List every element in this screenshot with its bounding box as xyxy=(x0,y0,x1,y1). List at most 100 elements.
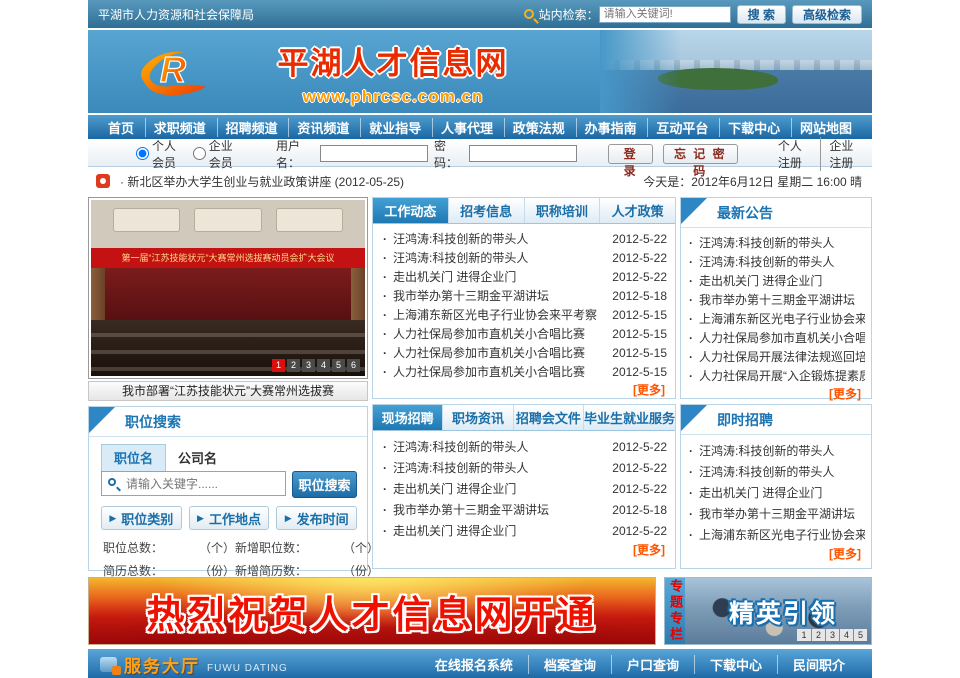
job-title[interactable]: 汪鸿涛:科技创新的带头人 xyxy=(687,442,865,459)
register-company-link[interactable]: 企业注册 xyxy=(820,137,872,171)
announcement-title[interactable]: 人力社保局开展“入企锻炼提素质” xyxy=(687,367,865,384)
news-ticker: · 新北区举办大学生创业与就业政策讲座 (2012-05-25) 今天是：201… xyxy=(88,169,872,193)
celebration-banner[interactable]: 热烈祝贺人才信息网开通 xyxy=(88,577,656,645)
page-number[interactable]: 6 xyxy=(347,359,360,372)
nav-item-hr-agency[interactable]: 人事代理 xyxy=(432,118,501,137)
triangle-right-icon: ▶ xyxy=(109,513,116,524)
login-button[interactable]: 登 录 xyxy=(608,144,652,164)
tab-talent-policy[interactable]: 人才政策 xyxy=(599,198,675,223)
announcement-title[interactable]: 汪鸿涛:科技创新的带头人 xyxy=(687,253,865,270)
photo-ceiling xyxy=(91,200,365,248)
ticker-news-link[interactable]: · 新北区举办大学生创业与就业政策讲座 (2012-05-25) xyxy=(120,173,404,190)
more-link[interactable]: [更多] xyxy=(373,541,675,558)
link-private-agency[interactable]: 民间职介 xyxy=(777,655,860,674)
radio-company-member[interactable] xyxy=(193,147,206,160)
tab-jobfair-files[interactable]: 招聘会文件 xyxy=(513,405,583,430)
forgot-password-button[interactable]: 忘 记 密 码 xyxy=(663,144,738,164)
special-column-banner[interactable]: 专题专栏 精英引领 1 2 3 4 5 xyxy=(664,577,872,645)
announcement-title[interactable]: 人力社保局开展法律法规巡回培训 xyxy=(687,348,865,365)
job-title[interactable]: 走出机关门 进得企业门 xyxy=(687,484,865,501)
tab-exam-info[interactable]: 招考信息 xyxy=(448,198,524,223)
job-title[interactable]: 我市举办第十三期金平湖讲坛 xyxy=(687,505,865,522)
special-column-title: 精英引领 xyxy=(729,594,837,630)
page-number[interactable]: 3 xyxy=(825,629,839,641)
filter-work-location[interactable]: ▶ 工作地点 xyxy=(189,506,270,530)
news-title[interactable]: 走出机关门 进得企业门 xyxy=(381,522,605,539)
photo-slideshow[interactable]: 第一届“江苏技能状元”大赛常州选拔赛动员会扩大会议 1 2 3 4 5 6 xyxy=(88,197,368,379)
nav-item-interactive[interactable]: 互动平台 xyxy=(647,118,716,137)
tab-company-name[interactable]: 公司名 xyxy=(166,444,229,471)
nav-item-service-guide[interactable]: 办事指南 xyxy=(576,118,645,137)
link-online-registration[interactable]: 在线报名系统 xyxy=(420,655,528,674)
member-type-company[interactable]: 企业会员 xyxy=(193,137,244,171)
advanced-search-button[interactable]: 高级检索 xyxy=(792,5,862,24)
password-input[interactable] xyxy=(469,145,577,162)
announcement-title[interactable]: 人力社保局参加市直机关小合唱比赛 xyxy=(687,329,865,346)
page-number[interactable]: 2 xyxy=(811,629,825,641)
page-number[interactable]: 5 xyxy=(332,359,345,372)
more-link[interactable]: [更多] xyxy=(373,381,675,398)
news-title[interactable]: 走出机关门 进得企业门 xyxy=(381,268,605,285)
tab-title-training[interactable]: 职称培训 xyxy=(524,198,600,223)
nav-item-jobseeker[interactable]: 求职频道 xyxy=(145,118,214,137)
instant-jobs-panel: 即时招聘 汪鸿涛:科技创新的带头人 汪鸿涛:科技创新的带头人 走出机关门 进得企… xyxy=(680,404,872,569)
radio-personal-member[interactable] xyxy=(136,147,149,160)
tab-job-name[interactable]: 职位名 xyxy=(101,444,166,471)
job-search-button[interactable]: 职位搜索 xyxy=(292,471,357,498)
page-number[interactable]: 2 xyxy=(287,359,300,372)
page-number[interactable]: 1 xyxy=(272,359,285,372)
nav-item-news[interactable]: 资讯频道 xyxy=(288,118,357,137)
page-number[interactable]: 5 xyxy=(853,629,867,641)
announcement-title[interactable]: 上海浦东新区光电子行业协会来平考 xyxy=(687,310,865,327)
news-title[interactable]: 人力社保局参加市直机关小合唱比赛 xyxy=(381,344,605,361)
tab-onsite-recruit[interactable]: 现场招聘 xyxy=(373,405,442,430)
tab-graduate-service[interactable]: 毕业生就业服务 xyxy=(583,405,675,430)
page-number[interactable]: 4 xyxy=(317,359,330,372)
news-title[interactable]: 我市举办第十三期金平湖讲坛 xyxy=(381,287,605,304)
link-archive-query[interactable]: 档案查询 xyxy=(528,655,611,674)
photo-caption[interactable]: 我市部署“江苏技能状元”大赛常州选拔赛 xyxy=(88,381,368,401)
news-title[interactable]: 人力社保局参加市直机关小合唱比赛 xyxy=(381,363,605,380)
search-button[interactable]: 搜 索 xyxy=(737,5,786,24)
site-search-label: 站内检索： xyxy=(539,6,599,23)
nav-item-employment-guide[interactable]: 就业指导 xyxy=(360,118,429,137)
nav-item-home[interactable]: 首页 xyxy=(100,118,142,137)
filter-label: 工作地点 xyxy=(209,509,261,528)
nav-item-recruit[interactable]: 招聘频道 xyxy=(217,118,286,137)
filter-job-category[interactable]: ▶ 职位类别 xyxy=(101,506,182,530)
nav-item-sitemap[interactable]: 网站地图 xyxy=(791,118,860,137)
more-link[interactable]: [更多] xyxy=(681,385,871,402)
news-title[interactable]: 人力社保局参加市直机关小合唱比赛 xyxy=(381,325,605,342)
link-hukou-query[interactable]: 户口查询 xyxy=(611,655,694,674)
tab-career-info[interactable]: 职场资讯 xyxy=(442,405,512,430)
news-title[interactable]: 汪鸿涛:科技创新的带头人 xyxy=(381,459,605,476)
nav-item-policy[interactable]: 政策法规 xyxy=(504,118,573,137)
register-personal-link[interactable]: 个人注册 xyxy=(770,137,821,171)
page-number[interactable]: 4 xyxy=(839,629,853,641)
nav-item-download[interactable]: 下载中心 xyxy=(719,118,788,137)
service-hall-subtitle: FUWU DATING xyxy=(207,663,288,674)
more-link[interactable]: [更多] xyxy=(681,545,871,562)
news-title[interactable]: 走出机关门 进得企业门 xyxy=(381,480,605,497)
job-title[interactable]: 汪鸿涛:科技创新的带头人 xyxy=(687,463,865,480)
news-title[interactable]: 上海浦东新区光电子行业协会来平考察 xyxy=(381,306,605,323)
main-content: 第一届“江苏技能状元”大赛常州选拔赛动员会扩大会议 1 2 3 4 5 6 xyxy=(88,197,872,571)
announcement-title[interactable]: 我市举办第十三期金平湖讲坛 xyxy=(687,291,865,308)
member-type-personal[interactable]: 个人会员 xyxy=(136,137,187,171)
tab-work-updates[interactable]: 工作动态 xyxy=(373,198,448,223)
news-title[interactable]: 汪鸿涛:科技创新的带头人 xyxy=(381,249,605,266)
filter-publish-time[interactable]: ▶ 发布时间 xyxy=(276,506,357,530)
site-search-input[interactable] xyxy=(599,6,731,23)
page-number[interactable]: 3 xyxy=(302,359,315,372)
username-input[interactable] xyxy=(320,145,428,162)
keyword-input[interactable] xyxy=(101,471,286,496)
announcement-title[interactable]: 汪鸿涛:科技创新的带头人 xyxy=(687,234,865,251)
job-title[interactable]: 上海浦东新区光电子行业协会来平考 xyxy=(687,526,865,543)
page-number[interactable]: 1 xyxy=(797,629,811,641)
news-title[interactable]: 汪鸿涛:科技创新的带头人 xyxy=(381,438,605,455)
news-title[interactable]: 汪鸿涛:科技创新的带头人 xyxy=(381,230,605,247)
announcement-title[interactable]: 走出机关门 进得企业门 xyxy=(687,272,865,289)
list-item: 人力社保局开展法律法规巡回培训 xyxy=(687,347,865,366)
news-title[interactable]: 我市举办第十三期金平湖讲坛 xyxy=(381,501,605,518)
link-download-center[interactable]: 下载中心 xyxy=(694,655,777,674)
